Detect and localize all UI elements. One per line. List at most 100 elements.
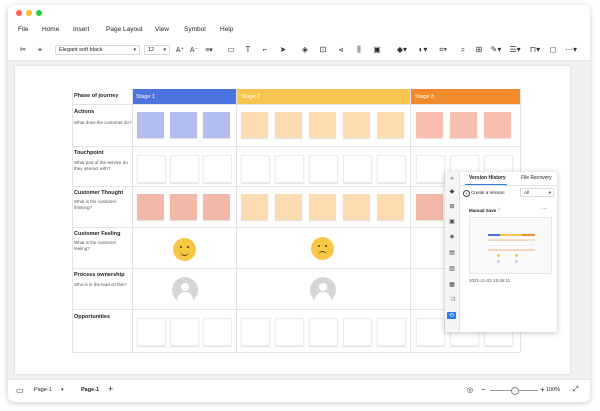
crop-icon[interactable]: ⌗▾	[436, 43, 450, 56]
row-title-feeling[interactable]: Customer Feeling	[74, 231, 120, 237]
sticky-note-thought[interactable]	[416, 194, 443, 220]
version-more-icon[interactable]: ···	[542, 206, 547, 212]
line-color-icon[interactable]: ✎▾	[489, 43, 503, 56]
grid-icon[interactable]: ⊞	[448, 202, 456, 210]
sticky-note-touchpoint[interactable]	[137, 155, 166, 183]
sticky-note-opportunity[interactable]	[416, 318, 445, 346]
collapse-panel-icon[interactable]: »	[448, 175, 456, 183]
stage-1-header[interactable]: Stage 1	[132, 89, 236, 104]
sticky-note-action[interactable]	[343, 112, 370, 138]
page-tab-active[interactable]: Page-1	[81, 387, 99, 393]
font-size-select[interactable]: 12 ▾	[144, 45, 170, 55]
sticky-note-touchpoint[interactable]	[343, 155, 372, 183]
zoom-window-button[interactable]	[36, 10, 42, 16]
sticky-note-touchpoint[interactable]	[170, 155, 199, 183]
page-view-icon[interactable]: ▭	[16, 386, 24, 395]
history-icon[interactable]: ⟲	[447, 312, 456, 319]
sticky-note-action[interactable]	[450, 112, 477, 138]
row-title-ownership[interactable]: Process ownership	[74, 272, 124, 278]
menu-page-layout[interactable]: Page Layout	[106, 26, 143, 33]
sticky-note-touchpoint[interactable]	[275, 155, 304, 183]
version-filter-select[interactable]: All ▾	[520, 188, 554, 197]
sticky-note-opportunity[interactable]	[137, 318, 166, 346]
fit-page-icon[interactable]: ◎	[467, 386, 473, 394]
sticky-note-touchpoint[interactable]	[309, 155, 338, 183]
sticky-note-action[interactable]	[377, 112, 404, 138]
sticky-note-touchpoint[interactable]	[203, 155, 232, 183]
pointer-icon[interactable]: ➤	[278, 43, 288, 56]
fill-icon[interactable]: ◆	[448, 187, 456, 195]
frame-icon[interactable]: ◻	[548, 43, 558, 56]
sticky-note-thought[interactable]	[241, 194, 268, 220]
stage-2-header[interactable]: Stage 2	[237, 89, 410, 104]
sticky-note-opportunity[interactable]	[203, 318, 232, 346]
user-avatar-icon[interactable]	[172, 277, 198, 303]
zoom-out-icon[interactable]: −	[481, 385, 486, 394]
add-page-icon[interactable]: +	[108, 384, 113, 394]
version-thumbnail[interactable]	[469, 217, 552, 274]
sticky-note-thought[interactable]	[170, 194, 197, 220]
rectangle-icon[interactable]: ▭	[226, 43, 236, 56]
row-title-thought[interactable]: Customer Thought	[74, 190, 123, 196]
version-entry-title[interactable]: Manual Save	[469, 208, 496, 213]
stage-3-header[interactable]: Stage 3	[411, 89, 520, 104]
image-icon[interactable]: ▣	[448, 217, 456, 225]
menu-home[interactable]: Home	[42, 26, 59, 33]
data-icon[interactable]: ▥	[448, 264, 456, 272]
search-icon[interactable]: ⌕	[458, 43, 468, 56]
sticky-note-action[interactable]	[203, 112, 230, 138]
sticky-note-opportunity[interactable]	[343, 318, 372, 346]
sticky-note-thought[interactable]	[377, 194, 404, 220]
sticky-note-action[interactable]	[170, 112, 197, 138]
sticky-note-action[interactable]	[416, 112, 443, 138]
chevron-down-icon[interactable]: ▾	[61, 387, 64, 393]
row-title-opportunities[interactable]: Opportunities	[74, 314, 110, 320]
connector-icon[interactable]: ⌐	[260, 43, 270, 56]
tab-version-history[interactable]: Version History	[469, 175, 506, 181]
sticky-note-action[interactable]	[275, 112, 302, 138]
group-icon[interactable]: ⊡	[318, 43, 328, 56]
sticky-note-thought[interactable]	[275, 194, 302, 220]
zoom-slider-thumb[interactable]	[511, 387, 519, 395]
sticky-note-touchpoint[interactable]	[416, 155, 445, 183]
happy-face-icon[interactable]	[173, 238, 196, 261]
close-window-button[interactable]	[16, 10, 22, 16]
user-avatar-icon[interactable]	[310, 277, 336, 303]
sticky-note-opportunity[interactable]	[170, 318, 199, 346]
increase-font-icon[interactable]: A⁺	[175, 43, 185, 56]
sticky-note-opportunity[interactable]	[309, 318, 338, 346]
header-label[interactable]: Phase of journey	[74, 93, 118, 99]
sticky-note-action[interactable]	[137, 112, 164, 138]
sticky-note-thought[interactable]	[343, 194, 370, 220]
image-icon[interactable]: ▣	[372, 43, 382, 56]
sticky-note-opportunity[interactable]	[241, 318, 270, 346]
sticky-note-thought[interactable]	[309, 194, 336, 220]
page-selector[interactable]: Page-1	[34, 387, 52, 393]
layers-icon[interactable]: ◈	[300, 43, 310, 56]
fill-color-icon[interactable]: ◆▾	[395, 43, 409, 56]
sticky-note-action[interactable]	[309, 112, 336, 138]
align-icon[interactable]: ≡▾	[203, 43, 215, 56]
shuffle-icon[interactable]: ⤨	[448, 296, 456, 304]
note-icon[interactable]: ▦	[448, 280, 456, 288]
lock-icon[interactable]: ⊓▾	[528, 43, 542, 56]
line-style-icon[interactable]: ☰▾	[508, 43, 522, 56]
create-version-button[interactable]: Create a Version	[471, 190, 505, 195]
sticky-note-thought[interactable]	[137, 194, 164, 220]
tab-file-recovery[interactable]: File Recovery	[521, 175, 552, 181]
menu-symbol[interactable]: Symbol	[184, 26, 206, 33]
format-painter-icon[interactable]: ⌖	[35, 43, 45, 56]
text-icon[interactable]: T	[243, 43, 253, 56]
font-family-select[interactable]: Elegant soft black ▾	[55, 45, 140, 55]
cut-icon[interactable]: ✂	[18, 43, 28, 56]
sticky-note-action[interactable]	[484, 112, 511, 138]
decrease-font-icon[interactable]: A⁻	[189, 43, 199, 56]
menu-help[interactable]: Help	[220, 26, 233, 33]
sticky-note-opportunity[interactable]	[377, 318, 406, 346]
fullscreen-icon[interactable]: ⤢	[573, 386, 579, 394]
row-title-touchpoint[interactable]: Touchpoint	[74, 150, 104, 156]
page-icon[interactable]: ▤	[448, 248, 456, 256]
zoom-level[interactable]: 100%	[546, 387, 560, 393]
align-left-icon[interactable]: ⫷	[336, 43, 346, 56]
table-icon[interactable]: ⊞	[474, 43, 484, 56]
